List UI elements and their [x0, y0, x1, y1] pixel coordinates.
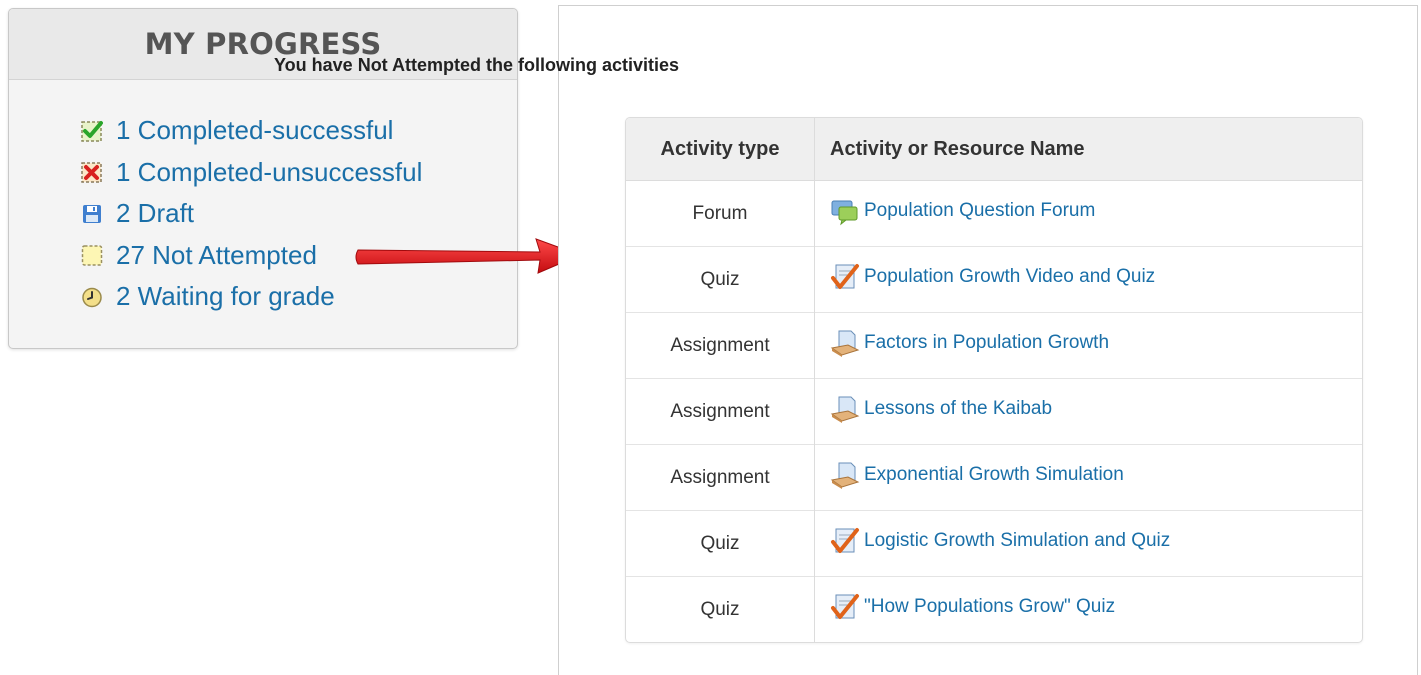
column-header-activity-type: Activity type — [626, 118, 815, 181]
activity-link-label: Population Question Forum — [864, 199, 1096, 221]
activity-type-cell: Quiz — [626, 576, 815, 642]
activity-link[interactable]: Factors in Population Growth — [830, 328, 1109, 358]
activity-name-cell: Logistic Growth Simulation and Quiz — [814, 510, 1362, 577]
activity-link[interactable]: Population Growth Video and Quiz — [830, 262, 1155, 292]
activity-name-cell: Population Question Forum — [815, 181, 1363, 247]
progress-item-label: 2 Waiting for grade — [116, 281, 335, 312]
activity-type-cell: Assignment — [626, 444, 815, 511]
progress-item-label: 1 Completed-unsuccessful — [116, 156, 423, 187]
activity-name-cell: "How Populations Grow" Quiz — [814, 576, 1362, 642]
table-row: Assignment Factors in Population Growth — [626, 312, 1362, 379]
activity-link-label: Lessons of the Kaibab — [864, 397, 1053, 419]
progress-item-completed-successful[interactable]: 1 Completed-successful — [81, 110, 517, 152]
activity-link[interactable]: Exponential Growth Simulation — [830, 460, 1124, 490]
cross-icon — [81, 161, 103, 183]
activity-link-label: "How Populations Grow" Quiz — [864, 595, 1116, 617]
activity-type-cell: Forum — [626, 180, 815, 247]
table-row: Quiz Population Growth Video and Quiz — [626, 246, 1362, 313]
quiz-icon — [830, 592, 860, 622]
activity-link[interactable]: "How Populations Grow" Quiz — [830, 592, 1115, 622]
activity-link-label: Exponential Growth Simulation — [864, 463, 1124, 485]
activity-link-label: Population Growth Video and Quiz — [864, 265, 1156, 287]
table-row: Forum Population Question Forum — [626, 180, 1363, 247]
activity-link[interactable]: Logistic Growth Simulation and Quiz — [830, 526, 1170, 556]
quiz-icon — [830, 526, 860, 556]
report-heading-text: You have Not Attempted the following act… — [274, 55, 680, 75]
not-attempted-table: Activity type Activity or Resource Name … — [625, 117, 1363, 643]
activity-name-cell: Lessons of the Kaibab — [814, 378, 1362, 445]
progress-item-draft[interactable]: 2 Draft — [81, 193, 517, 235]
progress-item-completed-unsuccessful[interactable]: 1 Completed-unsuccessful — [81, 152, 517, 194]
empty-box-icon — [81, 244, 103, 266]
forum-icon — [830, 196, 860, 226]
activity-name-cell: Population Growth Video and Quiz — [814, 246, 1362, 313]
activity-name-cell: Exponential Growth Simulation — [814, 444, 1362, 511]
table-row: Assignment Lessons of the Kaibab — [626, 378, 1362, 445]
table-row: Quiz Logistic Growth Simulation and Quiz — [626, 510, 1362, 577]
activity-link-label: Factors in Population Growth — [864, 331, 1110, 353]
column-header-activity-name: Activity or Resource Name — [814, 118, 1362, 181]
activity-name-cell: Factors in Population Growth — [814, 312, 1362, 379]
activity-type-cell: Quiz — [626, 246, 815, 313]
progress-list: 1 Completed-successful 1 Completed-unsuc… — [9, 80, 517, 318]
table-row: Assignment Exponential Growth Simulation — [626, 444, 1362, 511]
activity-type-cell: Assignment — [626, 312, 815, 379]
activity-link-label: Logistic Growth Simulation and Quiz — [864, 529, 1171, 551]
table-header-row: Activity type Activity or Resource Name — [626, 118, 1362, 181]
activity-type-cell: Quiz — [626, 510, 815, 577]
assignment-icon — [830, 328, 860, 358]
floppy-disk-icon — [81, 203, 103, 225]
check-icon — [81, 120, 103, 142]
progress-item-label: 27 Not Attempted — [116, 239, 317, 270]
assignment-icon — [830, 394, 860, 424]
assignment-icon — [830, 460, 860, 490]
progress-item-label: 2 Draft — [116, 198, 195, 229]
clock-icon — [81, 286, 103, 308]
quiz-icon — [830, 262, 860, 292]
progress-item-label: 1 Completed-successful — [116, 115, 394, 146]
activity-type-cell: Assignment — [626, 378, 815, 445]
red-arrow-icon — [355, 238, 582, 274]
activity-link[interactable]: Lessons of the Kaibab — [830, 394, 1052, 424]
activity-link[interactable]: Population Question Forum — [830, 196, 1095, 226]
progress-item-waiting-for-grade[interactable]: 2 Waiting for grade — [81, 276, 517, 318]
table-row: Quiz "How Populations Grow" Quiz — [626, 576, 1362, 642]
